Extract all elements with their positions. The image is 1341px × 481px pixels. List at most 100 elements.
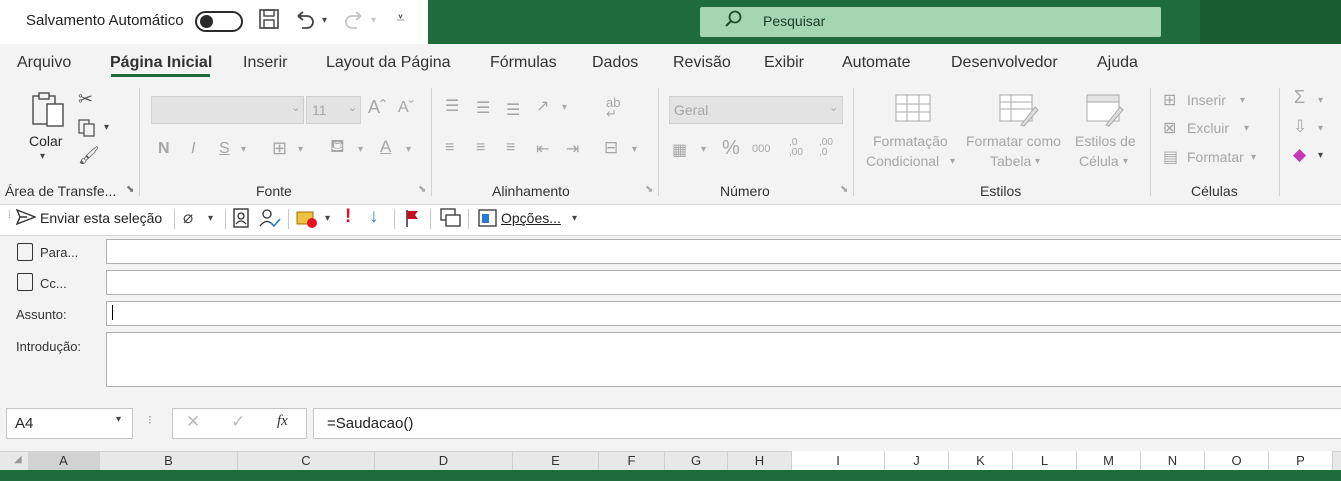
redo-dropdown-icon: ▾ xyxy=(371,15,377,26)
autosave-toggle[interactable] xyxy=(195,11,243,32)
save-icon[interactable] xyxy=(258,8,280,37)
fill-dropdown-icon: ▾ xyxy=(1318,123,1324,134)
column-header-b[interactable]: B xyxy=(100,451,238,470)
conditional-format-dropdown-icon: ▾ xyxy=(950,156,956,167)
options-dropdown-icon[interactable]: ▾ xyxy=(572,213,577,224)
send-selection-button[interactable]: Enviar esta seleção xyxy=(40,210,162,226)
select-all-icon[interactable]: ◢ xyxy=(14,454,22,465)
column-header-p[interactable]: P xyxy=(1269,451,1333,470)
clipboard-launcher-icon[interactable]: ⬊ xyxy=(126,184,134,195)
column-header-g[interactable]: G xyxy=(665,451,728,470)
column-header-e[interactable]: E xyxy=(513,451,599,470)
copy-icon[interactable] xyxy=(77,118,97,141)
column-header-m[interactable]: M xyxy=(1077,451,1141,470)
decrease-indent-icon: ⇤ xyxy=(536,141,550,158)
column-header-d[interactable]: D xyxy=(375,451,513,470)
tab-automate[interactable]: Automate xyxy=(842,54,910,72)
tab-ajuda[interactable]: Ajuda xyxy=(1097,54,1138,72)
attach-icon[interactable]: ⌀ xyxy=(183,208,193,228)
follow-up-flag-icon[interactable] xyxy=(404,208,420,231)
group-divider xyxy=(853,88,854,196)
cell-styles-dropdown-icon: ▾ xyxy=(1123,156,1129,167)
subject-field[interactable] xyxy=(106,301,1341,326)
options-icon[interactable] xyxy=(478,208,498,231)
bcc-icon[interactable] xyxy=(440,208,462,231)
clear-icon[interactable]: ◆ xyxy=(1293,145,1306,165)
column-header-c[interactable]: C xyxy=(238,451,375,470)
clear-dropdown-icon[interactable]: ▾ xyxy=(1318,150,1323,161)
paste-dropdown-icon[interactable]: ▾ xyxy=(40,151,45,162)
toolbar-divider xyxy=(288,209,289,229)
format-as-table-icon xyxy=(999,93,1039,130)
to-address-book-icon[interactable] xyxy=(17,243,33,261)
sheet-content-strip xyxy=(0,470,1341,481)
name-box-dropdown-icon[interactable]: ▾ xyxy=(116,414,121,425)
column-header-l[interactable]: L xyxy=(1013,451,1077,470)
font-name-select[interactable] xyxy=(151,96,304,124)
tab-pagina-inicial[interactable]: Página Inicial xyxy=(110,54,212,72)
send-icon[interactable] xyxy=(15,208,37,229)
italic-button: I xyxy=(191,140,196,157)
tab-formulas[interactable]: Fórmulas xyxy=(490,54,557,72)
flag-dropdown-icon[interactable]: ▾ xyxy=(325,213,330,224)
bold-button: N xyxy=(158,140,170,157)
check-names-icon[interactable] xyxy=(258,207,282,232)
tab-inserir[interactable]: Inserir xyxy=(243,54,287,72)
high-importance-button[interactable]: ! xyxy=(345,206,351,228)
attach-dropdown-icon[interactable]: ▾ xyxy=(208,213,213,224)
low-importance-icon[interactable]: ↓ xyxy=(369,206,379,228)
column-header-i[interactable]: I xyxy=(792,451,885,470)
title-bar-right xyxy=(1200,0,1341,44)
insert-function-button[interactable]: fx xyxy=(277,413,288,430)
fill-dropdown-icon: ▾ xyxy=(358,144,364,155)
formula-input[interactable] xyxy=(313,408,1341,439)
name-box-value: A4 xyxy=(15,415,34,432)
undo-icon[interactable] xyxy=(294,8,316,37)
decrease-font-icon: Aˇ xyxy=(398,99,414,116)
tab-desenvolvedor[interactable]: Desenvolvedor xyxy=(951,54,1058,72)
introduction-field[interactable] xyxy=(106,332,1341,387)
number-launcher-icon: ⬊ xyxy=(840,184,849,195)
column-header-j[interactable]: J xyxy=(885,451,949,470)
tab-exibir[interactable]: Exibir xyxy=(764,54,804,72)
column-header-k[interactable]: K xyxy=(949,451,1013,470)
column-header-n[interactable]: N xyxy=(1141,451,1205,470)
options-button[interactable]: Opções... xyxy=(501,210,561,226)
flag-message-icon[interactable] xyxy=(296,209,320,232)
paste-icon[interactable] xyxy=(29,90,69,133)
increase-font-icon: Aˆ xyxy=(368,97,386,117)
delete-cells-icon: ⊠ xyxy=(1163,120,1177,137)
cells-group-label: Células xyxy=(1191,183,1238,199)
cc-label[interactable]: Cc... xyxy=(40,276,67,291)
tab-revisao[interactable]: Revisão xyxy=(673,54,731,72)
tab-arquivo[interactable]: Arquivo xyxy=(17,54,71,72)
format-painter-icon[interactable]: 🖌 xyxy=(78,146,100,166)
toolbar-divider xyxy=(225,209,226,229)
to-field[interactable] xyxy=(106,239,1341,264)
align-bottom-icon: ☰ xyxy=(506,102,521,119)
column-header-a[interactable]: A xyxy=(28,451,100,470)
group-divider xyxy=(431,88,432,196)
alignment-launcher-icon: ⬊ xyxy=(645,184,654,195)
delete-dropdown-icon: ▾ xyxy=(1244,123,1250,134)
customize-toolbar-icon[interactable]: ⩡ xyxy=(396,10,405,28)
column-header-f[interactable]: F xyxy=(599,451,665,470)
toolbar-divider xyxy=(430,209,431,229)
column-header-h[interactable]: H xyxy=(728,451,792,470)
undo-dropdown-icon[interactable]: ▾ xyxy=(322,15,327,26)
cc-address-book-icon[interactable] xyxy=(17,273,33,291)
tab-dados[interactable]: Dados xyxy=(592,54,638,72)
column-header-o[interactable]: O xyxy=(1205,451,1269,470)
paste-label[interactable]: Colar xyxy=(29,133,62,149)
copy-dropdown-icon[interactable]: ▾ xyxy=(104,122,109,133)
cut-icon[interactable]: ✂ xyxy=(78,89,93,110)
address-book-icon[interactable] xyxy=(233,208,249,231)
tab-layout[interactable]: Layout da Página xyxy=(326,54,451,72)
cc-field[interactable] xyxy=(106,270,1341,295)
group-divider xyxy=(658,88,659,196)
format-as-table-dropdown-icon: ▾ xyxy=(1035,156,1041,167)
to-label[interactable]: Para... xyxy=(40,245,78,260)
insert-cells-label: Inserir xyxy=(1187,92,1226,108)
wrap-text-icon: ab ↵ xyxy=(606,95,621,121)
formula-bar-grip-icon: ⁝ xyxy=(148,413,152,427)
